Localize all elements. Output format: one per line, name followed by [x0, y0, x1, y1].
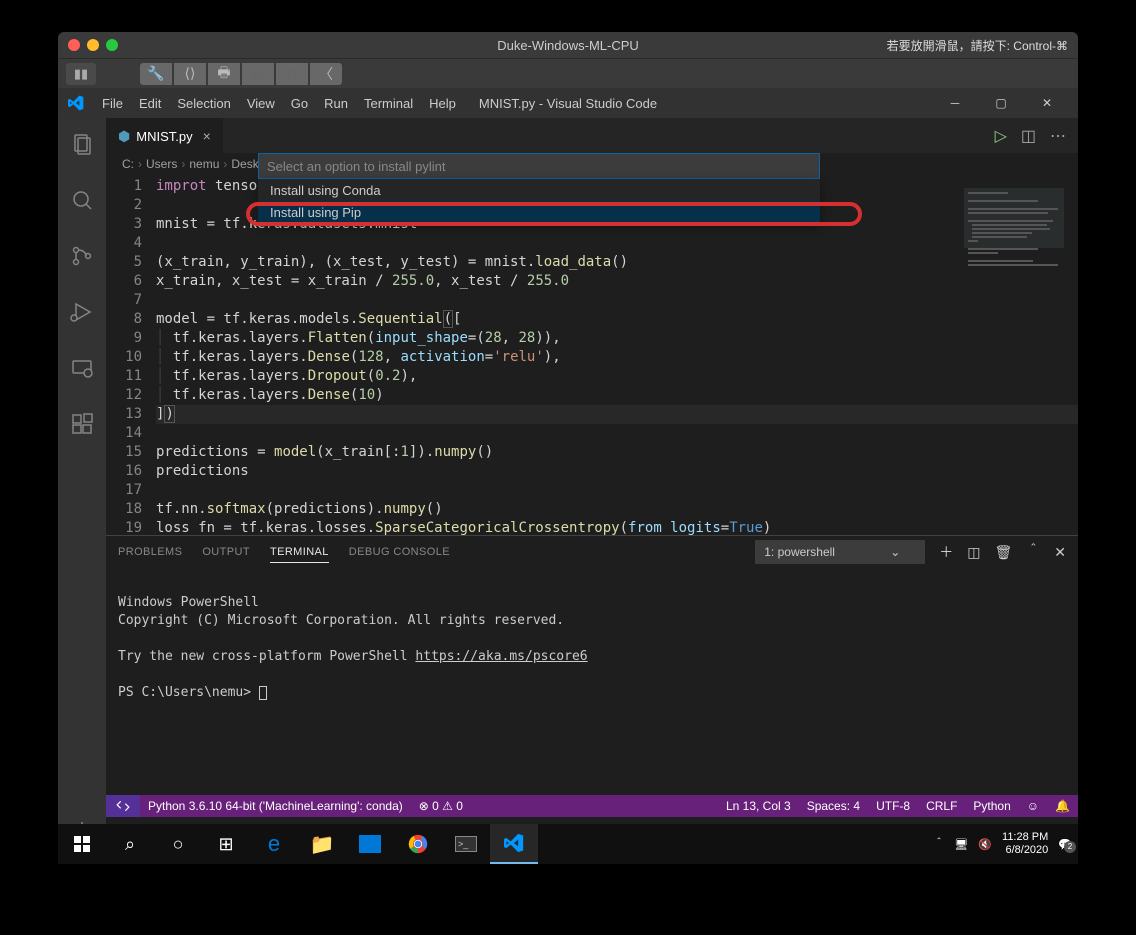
indent-status[interactable]: Spaces: 4	[799, 799, 868, 813]
menu-terminal[interactable]: Terminal	[356, 96, 421, 111]
chrome-icon[interactable]	[394, 824, 442, 864]
menu-run[interactable]: Run	[316, 96, 356, 111]
option-install-using-pip[interactable]: Install using Pip	[258, 201, 820, 223]
terminal-cursor	[259, 686, 267, 700]
clock[interactable]: 11:28 PM 6/8/2020	[1002, 831, 1048, 857]
pause-button[interactable]: ▮▮	[66, 63, 96, 85]
trash-icon[interactable]: 🗑	[994, 544, 1012, 561]
split-terminal-button[interactable]: ◫	[967, 544, 980, 561]
panel: PROBLEMS OUTPUT TERMINAL DEBUG CONSOLE 1: p…	[106, 535, 1078, 795]
debug-icon[interactable]	[58, 294, 106, 330]
search-icon[interactable]	[58, 182, 106, 218]
python-icon: ⬢	[118, 128, 130, 145]
new-terminal-button[interactable]: ＋	[939, 542, 953, 562]
terminal[interactable]: Windows PowerShell Copyright (C) Microso…	[106, 568, 1078, 795]
chevron-left-icon[interactable]: 〈	[310, 63, 342, 85]
eol-status[interactable]: CRLF	[918, 799, 965, 813]
win-close-button[interactable]: ✕	[1024, 88, 1070, 118]
resize-icon[interactable]: ⟨⟩	[174, 63, 206, 85]
wrench-icon[interactable]: 🔧	[140, 63, 172, 85]
more-icon[interactable]: ⋯	[1050, 126, 1066, 146]
remote-button[interactable]	[106, 795, 140, 817]
tab-label: MNIST.py	[136, 129, 192, 144]
network-icon[interactable]: 🖥	[954, 838, 968, 851]
explorer-icon[interactable]	[58, 126, 106, 162]
disk-icon[interactable]: ⊟	[242, 63, 274, 85]
language-status[interactable]: Python	[965, 799, 1018, 813]
win-maximize-button[interactable]: ▢	[978, 88, 1024, 118]
close-icon[interactable]	[68, 39, 80, 51]
panel-tab-terminal[interactable]: TERMINAL	[270, 542, 329, 563]
quick-pick-input[interactable]: Select an option to install pylint	[258, 153, 820, 179]
panel-tab-output[interactable]: OUTPUT	[202, 542, 250, 562]
panel-tabs: PROBLEMS OUTPUT TERMINAL DEBUG CONSOLE 1: p…	[106, 536, 1078, 568]
start-button[interactable]	[58, 824, 106, 864]
vm-toolbar: ▮▮ 🔧 ⟨⟩ 🖶 ⊟ ⁂ 〈	[58, 58, 1078, 88]
split-icon[interactable]: ◫	[1021, 126, 1036, 146]
chevron-down-icon: ⌄	[890, 545, 900, 559]
vscode-logo-icon	[66, 93, 86, 113]
menu-view[interactable]: View	[239, 96, 283, 111]
tab-mnist[interactable]: ⬢ MNIST.py ×	[106, 118, 223, 153]
win-minimize-button[interactable]: ─	[932, 88, 978, 118]
remote-window: Duke-Windows-ML-CPU 若要放開滑鼠，請按下: Control-…	[58, 32, 1078, 862]
menu-help[interactable]: Help	[421, 96, 464, 111]
panel-tab-debug-console[interactable]: DEBUG CONSOLE	[349, 542, 450, 562]
activity-bar	[58, 118, 106, 862]
bluetooth-icon[interactable]: ⁂	[276, 63, 308, 85]
volume-icon[interactable]: 🔇	[978, 838, 992, 851]
release-hint: 若要放開滑鼠，請按下: Control-⌘	[887, 37, 1068, 54]
cortana-icon[interactable]: ○	[154, 824, 202, 864]
windows-taskbar: ⌕ ○ ⊞ e 📁 >_ ＾ 🖥 🔇 11:28 PM 6/8/2020 💬2	[58, 824, 1078, 864]
vscode-taskbar-icon[interactable]	[490, 824, 538, 864]
notifications-icon[interactable]: 💬2	[1058, 838, 1072, 851]
minimap[interactable]	[964, 188, 1064, 388]
close-panel-button[interactable]: ✕	[1054, 544, 1066, 561]
menu-go[interactable]: Go	[283, 96, 316, 111]
encoding-status[interactable]: UTF-8	[868, 799, 918, 813]
source-control-icon[interactable]	[58, 238, 106, 274]
explorer-icon[interactable]: 📁	[298, 824, 346, 864]
extensions-icon[interactable]	[58, 406, 106, 442]
option-install-using-conda[interactable]: Install using Conda	[258, 179, 820, 201]
menu-file[interactable]: File	[94, 96, 131, 111]
vscode-title: MNIST.py - Visual Studio Code	[479, 96, 657, 111]
menu-edit[interactable]: Edit	[131, 96, 169, 111]
quick-pick: Select an option to install pylint Insta…	[258, 153, 820, 223]
run-icon[interactable]: ▷	[995, 126, 1007, 146]
menu-selection[interactable]: Selection	[169, 96, 238, 111]
python-env[interactable]: Python 3.6.10 64-bit ('MachineLearning':…	[140, 795, 411, 817]
quick-pick-list: Install using CondaInstall using Pip	[258, 179, 820, 223]
pscore-link[interactable]: https://aka.ms/pscore6	[415, 649, 587, 664]
vscode-window: FileEditSelectionViewGoRunTerminalHelp M…	[58, 88, 1078, 862]
print-icon[interactable]: 🖶	[208, 63, 240, 85]
close-icon[interactable]: ×	[203, 128, 211, 144]
bell-icon[interactable]: 🔔	[1047, 799, 1078, 813]
terminal-select[interactable]: 1: powershell ⌄	[755, 540, 925, 564]
editor-tabs: ⬢ MNIST.py × ▷ ◫ ⋯	[106, 118, 1078, 153]
store-icon[interactable]	[346, 824, 394, 864]
remote-icon[interactable]	[58, 350, 106, 386]
problems-status[interactable]: ⊗ 0 ⚠ 0	[411, 795, 471, 817]
menu-bar: FileEditSelectionViewGoRunTerminalHelp	[94, 96, 464, 111]
maximize-icon[interactable]	[106, 39, 118, 51]
window-title: Duke-Windows-ML-CPU	[497, 38, 639, 53]
taskview-icon[interactable]: ⊞	[202, 824, 250, 864]
cursor-position[interactable]: Ln 13, Col 3	[718, 799, 799, 813]
chevron-up-icon[interactable]: ＾	[1026, 542, 1040, 562]
vscode-titlebar: FileEditSelectionViewGoRunTerminalHelp M…	[58, 88, 1078, 118]
tray-chevron-icon[interactable]: ＾	[933, 836, 944, 852]
minimize-icon[interactable]	[87, 39, 99, 51]
editor-area: ⬢ MNIST.py × ▷ ◫ ⋯ C:›Users›nemu›Desk 12…	[106, 118, 1078, 862]
panel-tab-problems[interactable]: PROBLEMS	[118, 542, 182, 562]
cmd-icon[interactable]: >_	[442, 824, 490, 864]
status-bar: Python 3.6.10 64-bit ('MachineLearning':…	[106, 795, 1078, 817]
search-icon[interactable]: ⌕	[106, 824, 154, 864]
mac-titlebar: Duke-Windows-ML-CPU 若要放開滑鼠，請按下: Control-…	[58, 32, 1078, 58]
code-editor[interactable]: 12345678910111213141516171819 improt ten…	[106, 175, 1078, 535]
feedback-icon[interactable]: ☺	[1019, 799, 1047, 813]
edge-icon[interactable]: e	[250, 824, 298, 864]
